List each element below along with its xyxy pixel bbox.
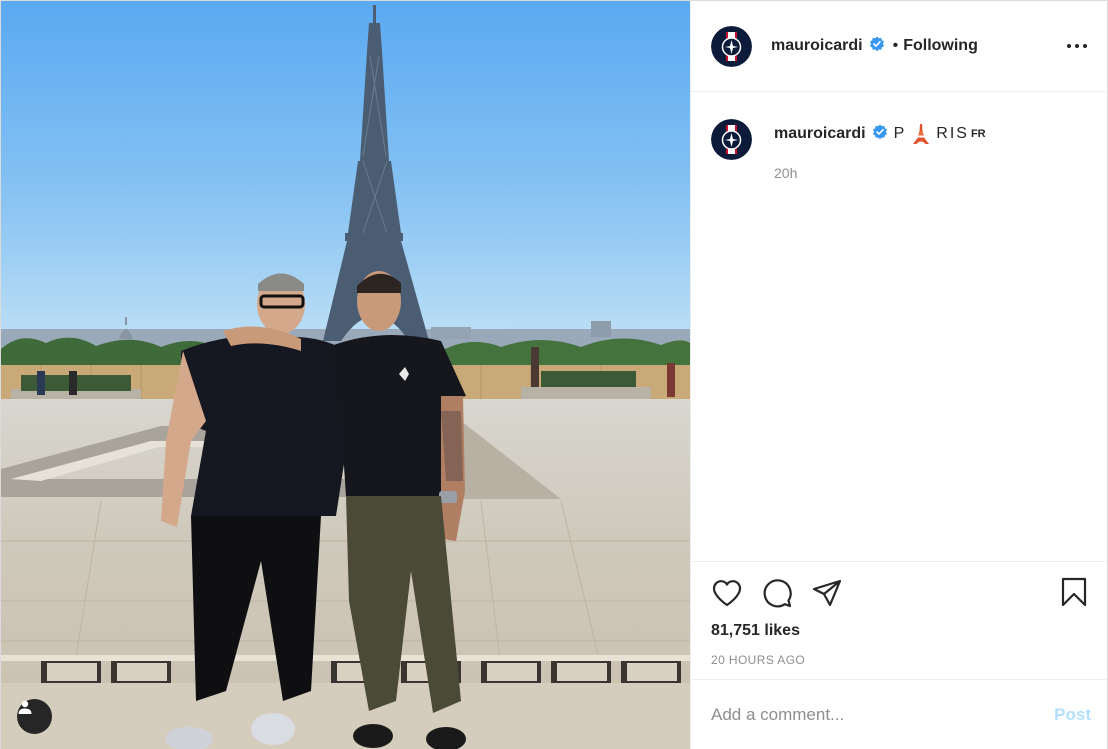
france-flag-label: FR [970,128,986,140]
caption-username[interactable]: mauroicardi [774,125,866,143]
following-button[interactable]: Following [903,37,978,55]
tokyo-tower-emoji [913,124,930,144]
share-icon [812,579,842,607]
caption-time[interactable]: 20h [774,165,986,181]
post-timestamp: 20 HOURS AGO [711,653,806,667]
avatar-image [711,119,752,160]
verified-badge-icon [872,124,888,145]
post-caption: mauroicardi P RIS FR 20h [711,119,1091,181]
post-modal: mauroicardi • Following mauroicardi P RI… [0,0,1108,749]
verified-badge-icon [869,36,885,57]
share-button[interactable] [811,577,843,609]
post-header: mauroicardi • Following [691,1,1107,92]
comment-form: Post [691,679,1107,749]
likes-count[interactable]: 81,751 likes [691,622,1107,640]
post-photo [1,1,690,749]
post-sidebar: mauroicardi • Following mauroicardi P RI… [690,1,1107,749]
avatar[interactable] [711,25,752,67]
user-tag-icon [18,700,32,714]
post-comment-button[interactable]: Post [1054,705,1091,725]
caption-text-start: P [893,125,907,142]
more-options-icon[interactable] [1067,36,1087,56]
action-bar [691,562,1107,624]
heart-icon [712,580,742,607]
separator-dot: • [892,37,899,54]
like-button[interactable] [711,577,743,609]
caption-text: P RIS FR [894,123,986,145]
caption-body: mauroicardi P RIS FR 20h [774,119,986,181]
avatar-image [711,25,752,67]
eiffel-tower-photo [1,1,690,749]
comment-input[interactable] [711,705,1055,725]
bookmark-icon [1061,577,1087,607]
comment-button[interactable] [761,577,793,609]
post-actions-section: 81,751 likes 20 HOURS AGO [691,561,1107,667]
caption-text-end: RIS [936,125,969,142]
caption-avatar[interactable] [711,119,752,160]
caption-line: mauroicardi P RIS FR [774,123,986,145]
comment-icon [763,579,792,608]
save-button[interactable] [1058,576,1090,608]
header-username[interactable]: mauroicardi [771,37,863,55]
user-tag-button[interactable] [17,699,52,734]
